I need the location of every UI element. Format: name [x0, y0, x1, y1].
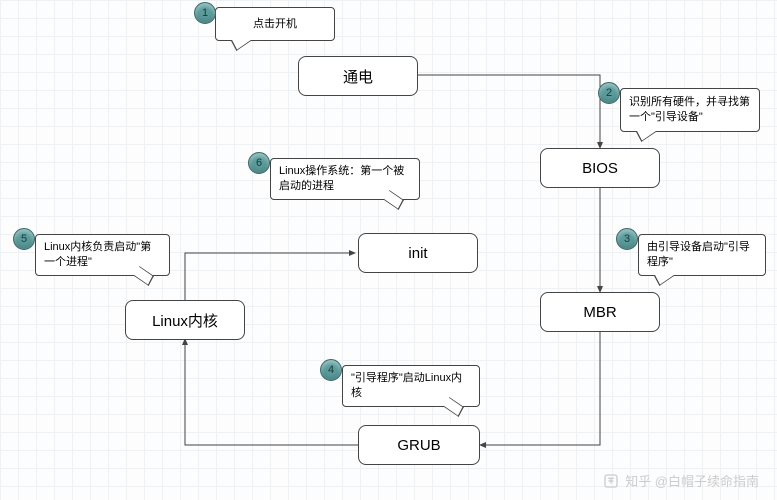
node-label: init: [408, 245, 427, 262]
watermark: 知乎 @白帽子续命指南: [603, 471, 759, 490]
callout-text: "引导程序"启动Linux内核: [351, 371, 471, 401]
badge-5: 5: [13, 228, 35, 250]
node-power: 通电: [298, 56, 418, 96]
callout-3: 由引导设备启动"引导程序": [638, 234, 766, 276]
callout-text: 由引导设备启动"引导程序": [647, 240, 757, 270]
badge-num: 4: [328, 364, 334, 376]
node-bios: BIOS: [540, 148, 660, 188]
node-label: BIOS: [582, 160, 618, 177]
node-init: init: [358, 233, 478, 273]
node-label: GRUB: [397, 437, 440, 454]
badge-1: 1: [194, 2, 216, 24]
node-mbr: MBR: [540, 292, 660, 332]
badge-num: 2: [606, 87, 612, 99]
callout-text: 点击开机: [253, 17, 297, 32]
badge-num: 3: [624, 233, 630, 245]
badge-3: 3: [616, 228, 638, 250]
callout-text: Linux操作系统：第一个被启动的进程: [279, 164, 411, 194]
node-kernel: Linux内核: [125, 300, 245, 340]
node-label: MBR: [583, 304, 616, 321]
badge-num: 5: [21, 233, 27, 245]
badge-6: 6: [248, 152, 270, 174]
callout-text: 识别所有硬件，并寻找第一个"引导设备": [629, 95, 751, 125]
callout-5: Linux内核负责启动"第一个进程": [35, 234, 170, 276]
node-grub: GRUB: [358, 425, 480, 465]
node-label: Linux内核: [152, 310, 218, 331]
callout-6: Linux操作系统：第一个被启动的进程: [270, 158, 420, 200]
badge-4: 4: [320, 359, 342, 381]
watermark-text: 知乎 @白帽子续命指南: [625, 471, 759, 490]
callout-2: 识别所有硬件，并寻找第一个"引导设备": [620, 88, 760, 132]
badge-2: 2: [598, 82, 620, 104]
badge-num: 1: [202, 7, 208, 19]
node-label: 通电: [343, 66, 373, 87]
callout-text: Linux内核负责启动"第一个进程": [44, 240, 161, 270]
callout-4: "引导程序"启动Linux内核: [342, 365, 480, 407]
callout-1: 点击开机: [215, 7, 335, 41]
badge-num: 6: [256, 157, 262, 169]
zhihu-icon: [603, 473, 619, 489]
